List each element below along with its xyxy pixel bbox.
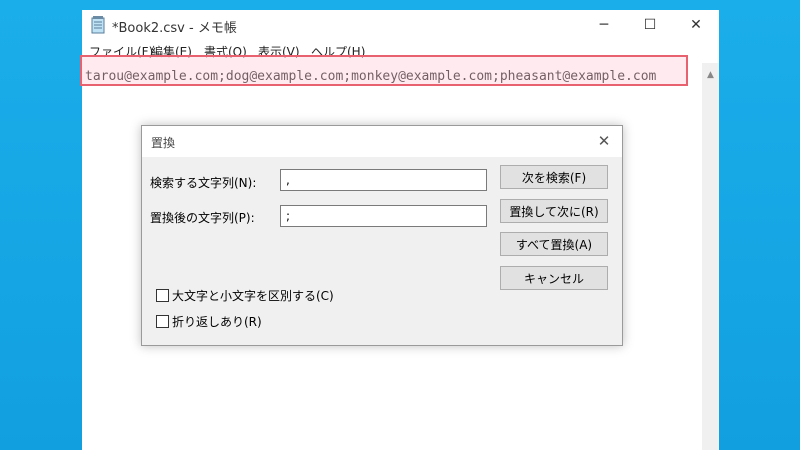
match-case-option[interactable]: 大文字と小文字を区別する(C) [156, 287, 334, 304]
replace-button[interactable]: 置換して次に(R) [500, 199, 608, 223]
find-input[interactable] [280, 169, 487, 191]
cancel-button[interactable]: キャンセル [500, 266, 608, 290]
find-next-label: 次を検索(F) [521, 170, 587, 185]
replace-all-button[interactable]: すべて置換(A) [500, 232, 608, 256]
dialog-title: 置換 [151, 136, 176, 150]
dialog-close-button[interactable]: ✕ [594, 131, 614, 151]
maximize-icon: ☐ [643, 17, 657, 33]
text-highlight-annotation [80, 55, 688, 86]
vertical-scrollbar[interactable]: ▲ [702, 63, 719, 450]
minimize-button[interactable]: ─ [581, 10, 627, 40]
replace-all-label: すべて置換(A) [515, 237, 593, 252]
replace-input[interactable] [280, 205, 487, 227]
close-button[interactable]: ✕ [673, 10, 719, 40]
window-titlebar[interactable]: *Book2.csv - メモ帳 ─ ☐ ✕ [82, 10, 719, 40]
replace-label-text: 置換して次に(R) [509, 204, 599, 219]
replace-label: 置換後の文字列(P): [150, 211, 255, 225]
close-icon: ✕ [597, 132, 611, 150]
find-label: 検索する文字列(N): [150, 176, 257, 190]
dialog-titlebar[interactable]: 置換 ✕ [142, 126, 622, 157]
match-case-checkbox[interactable] [156, 289, 169, 302]
wrap-around-checkbox[interactable] [156, 315, 169, 328]
cancel-label: キャンセル [523, 271, 584, 286]
maximize-button[interactable]: ☐ [627, 10, 673, 40]
window-title: *Book2.csv - メモ帳 [112, 21, 237, 36]
notepad-icon [90, 16, 106, 34]
wrap-around-option[interactable]: 折り返しあり(R) [156, 313, 262, 330]
minimize-icon: ─ [599, 17, 609, 33]
replace-dialog: 置換 ✕ 検索する文字列(N): 置換後の文字列(P): 次を検索(F) 置換し… [141, 125, 623, 346]
find-next-button[interactable]: 次を検索(F) [500, 165, 608, 189]
close-icon: ✕ [690, 17, 702, 33]
wrap-around-label: 折り返しあり(R) [172, 315, 262, 329]
match-case-label: 大文字と小文字を区別する(C) [172, 289, 334, 303]
scroll-up-arrow-icon[interactable]: ▲ [702, 69, 719, 81]
